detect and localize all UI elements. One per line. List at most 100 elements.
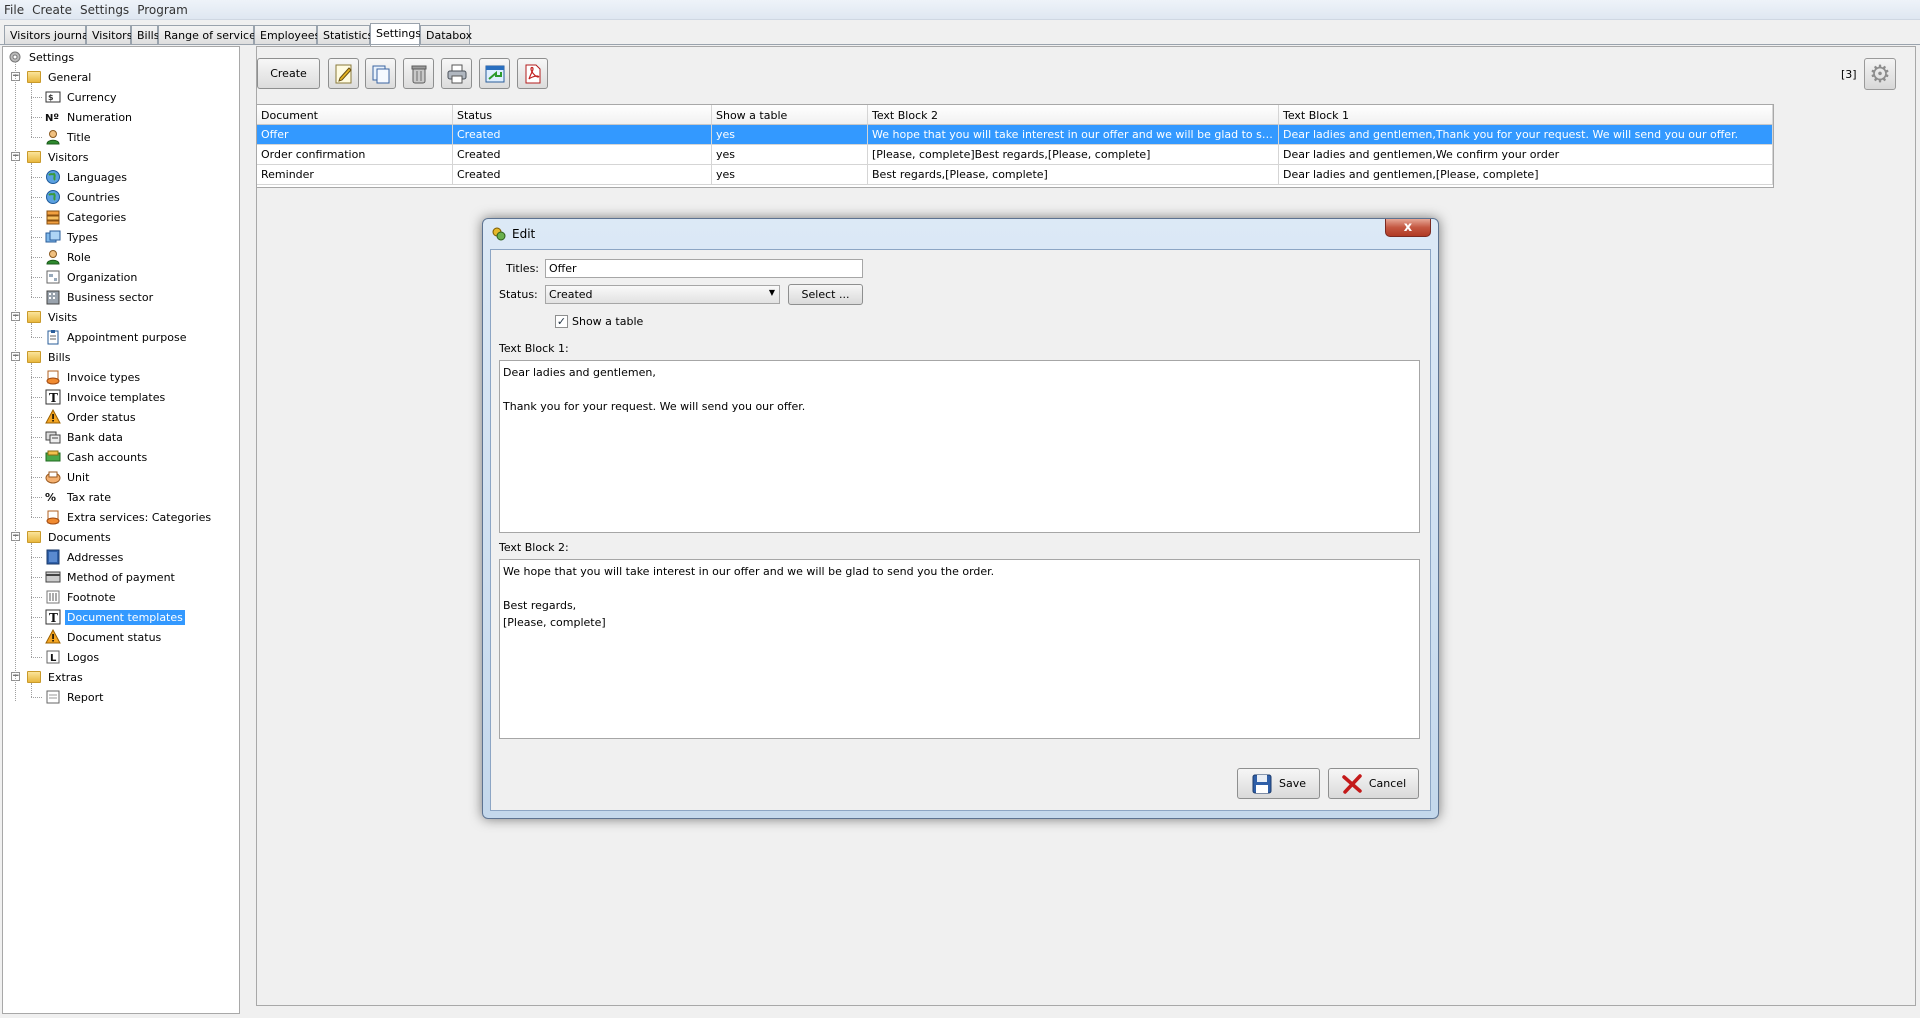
cancel-label: Cancel	[1368, 777, 1407, 790]
tree-item-report[interactable]: Report	[45, 687, 105, 707]
chevron-down-icon: ▼	[768, 288, 775, 297]
text-block-2-textarea[interactable]: We hope that you will take interest in o…	[499, 559, 1420, 739]
tree-item-label: Currency	[67, 90, 117, 104]
warning-icon	[45, 629, 61, 645]
text-block-2-label: Text Block 2:	[499, 541, 569, 554]
tree-item-extra-services-categories[interactable]: Extra services: Categories	[45, 507, 213, 527]
tree-item-title[interactable]: Title	[45, 127, 93, 147]
pdf-button[interactable]	[517, 58, 548, 89]
tab-visitors-journal[interactable]: Visitors journal	[4, 25, 92, 45]
tree-item-tax-rate[interactable]: % Tax rate	[45, 487, 113, 507]
tab-databox[interactable]: Databox	[420, 25, 472, 45]
tree-item-role[interactable]: Role	[45, 247, 93, 267]
tree-item-invoice-types[interactable]: Invoice types	[45, 367, 142, 387]
tree-item-languages[interactable]: Languages	[45, 167, 129, 187]
show-table-checkbox[interactable]: ✓	[555, 315, 568, 328]
tree-group-documents[interactable]: Documents	[26, 527, 113, 547]
menu-program[interactable]: Program	[133, 0, 192, 20]
tab-settings[interactable]: Settings	[370, 23, 421, 46]
tab-bills[interactable]: Bills	[131, 25, 159, 45]
menu-file[interactable]: File	[0, 0, 28, 20]
tree-item-document-status[interactable]: Document status	[45, 627, 163, 647]
tree-item-document-templates[interactable]: T Document templates	[45, 607, 185, 627]
tree-item-label: Report	[67, 690, 104, 704]
tree-item-label: Footnote	[67, 590, 116, 604]
close-icon: x	[1403, 220, 1413, 235]
settings-button[interactable]: ⚙	[1864, 58, 1896, 90]
tree-item-countries[interactable]: Countries	[45, 187, 122, 207]
column-header-text-block-2[interactable]: Text Block 2	[868, 105, 1279, 125]
close-button[interactable]: x	[1385, 219, 1431, 237]
status-select-value: Created	[549, 288, 593, 301]
tree-item-invoice-templates[interactable]: T Invoice templates	[45, 387, 167, 407]
save-button[interactable]: Save	[1237, 768, 1320, 799]
tree-item-cash-accounts[interactable]: Cash accounts	[45, 447, 149, 467]
tree-item-order-status[interactable]: Order status	[45, 407, 138, 427]
tree-item-types[interactable]: Types	[45, 227, 100, 247]
settings-tree: Settings − General $ Currency Nº Numeration Tit…	[2, 46, 240, 1014]
record-counter: [3]	[1841, 68, 1857, 81]
tree-item-label: Invoice templates	[67, 390, 166, 404]
tree-group-label: Documents	[48, 530, 111, 544]
edit-button[interactable]	[328, 58, 359, 89]
tree-item-footnote[interactable]: Footnote	[45, 587, 118, 607]
cell-status: Created	[453, 165, 712, 185]
status-select[interactable]: Created ▼	[545, 285, 780, 304]
tree-item-logos[interactable]: L Logos	[45, 647, 101, 667]
copy-button[interactable]	[365, 58, 396, 89]
menu-create[interactable]: Create	[28, 0, 76, 20]
delete-button[interactable]	[403, 58, 434, 89]
text-template-icon: T	[45, 609, 61, 625]
tree-item-business-sector[interactable]: Business sector	[45, 287, 155, 307]
tree-group-visits[interactable]: Visits	[26, 307, 79, 327]
tab-range-of-services[interactable]: Range of services	[158, 25, 262, 45]
tree-group-bills[interactable]: Bills	[26, 347, 72, 367]
categories-icon	[45, 209, 61, 225]
tree-item-unit[interactable]: Unit	[45, 467, 91, 487]
tree-item-organization[interactable]: Organization	[45, 267, 139, 287]
tree-item-addresses[interactable]: Addresses	[45, 547, 125, 567]
folder-icon	[26, 669, 42, 685]
payment-icon	[45, 569, 61, 585]
table-row[interactable]: Reminder Created yes Best regards,[Please, …	[257, 165, 1773, 185]
column-header-status[interactable]: Status	[453, 105, 712, 125]
folder-icon	[26, 69, 42, 85]
tree-group-extras[interactable]: Extras	[26, 667, 85, 687]
tree-group-visitors[interactable]: Visitors	[26, 147, 90, 167]
table-row[interactable]: Order confirmation Created yes [Please, com…	[257, 145, 1773, 165]
column-header-text-block-1[interactable]: Text Block 1	[1279, 105, 1773, 125]
tree-group-label: Bills	[48, 350, 71, 364]
clipboard-icon	[45, 329, 61, 345]
table-row[interactable]: Offer Created yes We hope that you will tak…	[257, 125, 1773, 145]
column-header-document[interactable]: Document	[257, 105, 453, 125]
titles-input[interactable]: Offer	[545, 259, 863, 278]
tree-item-bank-data[interactable]: Bank data	[45, 427, 125, 447]
tree-group-general[interactable]: General	[26, 67, 93, 87]
create-button[interactable]: Create	[257, 58, 320, 89]
tab-employees[interactable]: Employees	[254, 25, 320, 45]
tree-item-currency[interactable]: $ Currency	[45, 87, 119, 107]
tree-item-method-of-payment[interactable]: Method of payment	[45, 567, 177, 587]
tree-item-categories[interactable]: Categories	[45, 207, 128, 227]
print-button[interactable]	[441, 58, 472, 89]
cancel-button[interactable]: Cancel	[1328, 768, 1419, 799]
menu-settings[interactable]: Settings	[76, 0, 133, 20]
tree-item-label: Numeration	[67, 110, 133, 124]
tree-item-appointment-purpose[interactable]: Appointment purpose	[45, 327, 189, 347]
select-button[interactable]: Select ...	[788, 284, 863, 305]
cell-text-block-1: Dear ladies and gentlemen,[Please, compl…	[1279, 165, 1773, 185]
text-block-1-textarea[interactable]: Dear ladies and gentlemen, Thank you for…	[499, 360, 1420, 533]
export-button[interactable]	[479, 58, 510, 89]
warning-icon	[45, 409, 61, 425]
person-icon	[45, 249, 61, 265]
tab-statistics[interactable]: Statistics	[317, 25, 373, 45]
tree-item-numeration[interactable]: Nº Numeration	[45, 107, 134, 127]
gear-icon: ⚙	[1869, 60, 1891, 88]
cell-status: Created	[453, 125, 712, 145]
tree-group-label: General	[48, 70, 92, 84]
tab-visitors[interactable]: Visitors	[86, 25, 132, 45]
cell-status: Created	[453, 145, 712, 165]
tree-root-settings[interactable]: Settings	[7, 47, 76, 67]
dialog-title: Edit	[512, 227, 536, 241]
column-header-show-a-table[interactable]: Show a table	[712, 105, 868, 125]
